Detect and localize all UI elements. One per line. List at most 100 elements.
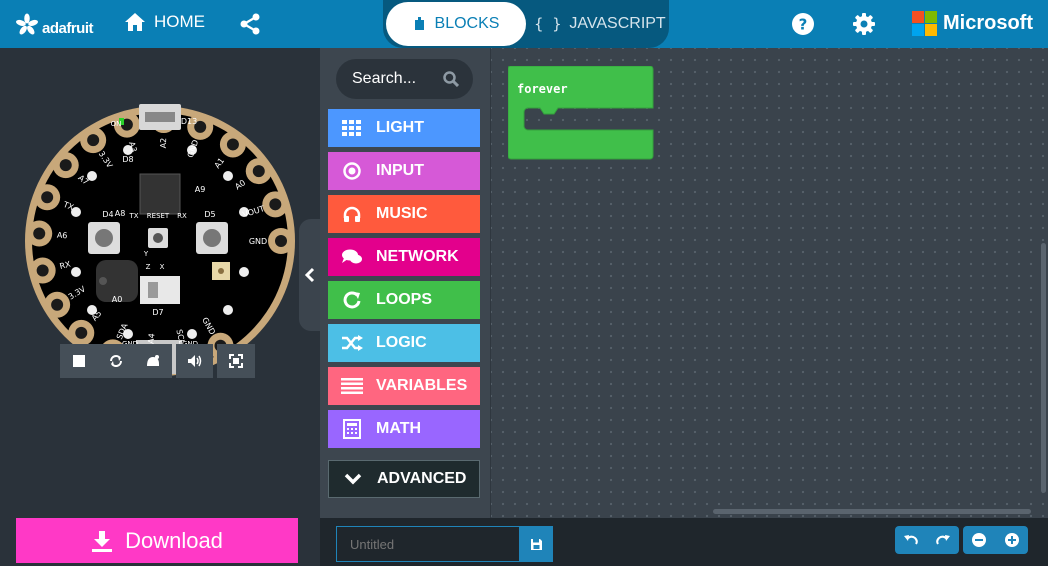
- category-advanced[interactable]: ADVANCED: [328, 460, 480, 498]
- pin-hole: [51, 298, 64, 311]
- fullscreen-button[interactable]: [217, 344, 255, 378]
- list-icon: [328, 378, 376, 394]
- category-input[interactable]: INPUT: [328, 152, 480, 190]
- pin-hole: [87, 134, 100, 147]
- label-d13: D13: [181, 117, 197, 126]
- share-button[interactable]: [238, 12, 262, 41]
- redo-button[interactable]: [927, 526, 959, 554]
- category-loops-label: LOOPS: [376, 291, 433, 308]
- stop-icon: [72, 355, 85, 367]
- fullscreen-icon: [229, 354, 243, 368]
- slowmo-icon: [147, 355, 159, 366]
- home-button[interactable]: HOME: [124, 12, 205, 32]
- toolbox: Search... LIGHT INPUT MUSIC NETWORK LOOP…: [320, 48, 490, 518]
- category-input-label: INPUT: [376, 162, 424, 179]
- undo-icon: [904, 535, 918, 545]
- download-button[interactable]: Download: [16, 518, 298, 563]
- brand-text: adafruit: [42, 19, 94, 37]
- pin-hole: [33, 227, 46, 240]
- label-d8: D8: [122, 155, 133, 164]
- download-label: Download: [125, 527, 223, 553]
- grid-icon: [328, 120, 376, 136]
- save-button[interactable]: [519, 526, 553, 562]
- restart-icon: [109, 355, 122, 367]
- project-name-input[interactable]: [336, 526, 520, 562]
- pin-hole: [275, 235, 287, 247]
- blocks-workspace[interactable]: forever: [490, 48, 1048, 518]
- pin-hole: [75, 326, 88, 339]
- help-button[interactable]: ?: [791, 12, 815, 41]
- pin-label: GND: [249, 237, 267, 246]
- category-light[interactable]: LIGHT: [328, 109, 480, 147]
- braces-icon: { }: [534, 15, 562, 33]
- category-network[interactable]: NETWORK: [328, 238, 480, 276]
- label-y: Y: [143, 250, 149, 258]
- zoom-group: [963, 526, 1028, 554]
- refresh-icon: [328, 291, 376, 309]
- tab-javascript-label: JAVASCRIPT: [569, 15, 666, 32]
- slide-switch[interactable]: [140, 276, 180, 304]
- simulator-panel: D13 D8 A8 A9 D4 D5 RESET TX RX D7 A0 ON …: [0, 48, 320, 518]
- simulator-controls: [60, 344, 255, 378]
- label-reset: RESET: [147, 212, 170, 220]
- label-d7: D7: [152, 308, 163, 317]
- editor-tabs: BLOCKS { } JAVASCRIPT: [383, 0, 669, 48]
- mcu-chip: [139, 173, 181, 215]
- help-icon: ?: [792, 13, 814, 35]
- forever-block[interactable]: [508, 66, 654, 162]
- zoom-out-button[interactable]: [963, 526, 996, 554]
- label-d4: D4: [102, 210, 113, 219]
- headphones-icon: [328, 206, 376, 222]
- search-placeholder: Search...: [352, 70, 417, 87]
- search-input[interactable]: Search...: [336, 59, 473, 99]
- shuffle-icon: [328, 335, 376, 351]
- category-loops[interactable]: LOOPS: [328, 281, 480, 319]
- puzzle-icon: [414, 17, 424, 30]
- gear-icon: [853, 13, 875, 35]
- collapse-simulator-button[interactable]: [299, 219, 321, 331]
- tab-javascript[interactable]: { } JAVASCRIPT: [531, 2, 669, 46]
- stop-button[interactable]: [60, 344, 97, 378]
- zoom-in-button[interactable]: [996, 526, 1029, 554]
- category-music-label: MUSIC: [376, 205, 428, 222]
- undo-redo-group: [895, 526, 959, 554]
- top-bar: adafruit HOME BLOCKS { } JAVASCRIPT ? Mi…: [0, 0, 1048, 48]
- category-math[interactable]: MATH: [328, 410, 480, 448]
- home-label: HOME: [154, 12, 205, 31]
- zoom-out-icon: [972, 533, 987, 547]
- category-network-label: NETWORK: [376, 248, 459, 265]
- category-logic[interactable]: LOGIC: [328, 324, 480, 362]
- tab-blocks[interactable]: BLOCKS: [386, 2, 526, 46]
- category-light-label: LIGHT: [376, 119, 424, 136]
- chevron-down-icon: [329, 473, 377, 485]
- horizontal-scrollbar[interactable]: [713, 509, 1031, 514]
- label-rx: RX: [177, 212, 187, 220]
- home-icon: [125, 13, 145, 31]
- label-tx: TX: [128, 212, 138, 220]
- category-variables[interactable]: VARIABLES: [328, 367, 480, 405]
- mute-button[interactable]: [176, 344, 213, 378]
- category-logic-label: LOGIC: [376, 334, 427, 351]
- forever-block-label: forever: [517, 82, 568, 96]
- chat-icon: [328, 249, 376, 265]
- redo-icon: [936, 535, 950, 545]
- undo-button[interactable]: [895, 526, 927, 554]
- circuit-playground-board[interactable]: D13 D8 A8 A9 D4 D5 RESET TX RX D7 A0 ON …: [24, 104, 296, 378]
- settings-button[interactable]: [852, 12, 876, 41]
- tab-blocks-label: BLOCKS: [434, 15, 500, 32]
- category-music[interactable]: MUSIC: [328, 195, 480, 233]
- microsoft-logo[interactable]: Microsoft: [912, 11, 1033, 36]
- microsoft-squares-icon: [912, 11, 937, 36]
- label-x: X: [160, 263, 165, 271]
- category-advanced-label: ADVANCED: [377, 470, 467, 487]
- category-math-label: MATH: [376, 420, 422, 437]
- vertical-scrollbar[interactable]: [1041, 243, 1046, 493]
- slowmo-button[interactable]: [134, 344, 172, 378]
- label-a9: A9: [195, 185, 206, 194]
- restart-button[interactable]: [97, 344, 134, 378]
- adafruit-logo[interactable]: adafruit: [16, 10, 94, 38]
- pin-hole: [36, 264, 49, 277]
- pin-hole: [226, 138, 239, 151]
- pin-label: A4: [146, 333, 156, 344]
- zoom-in-icon: [1004, 533, 1019, 547]
